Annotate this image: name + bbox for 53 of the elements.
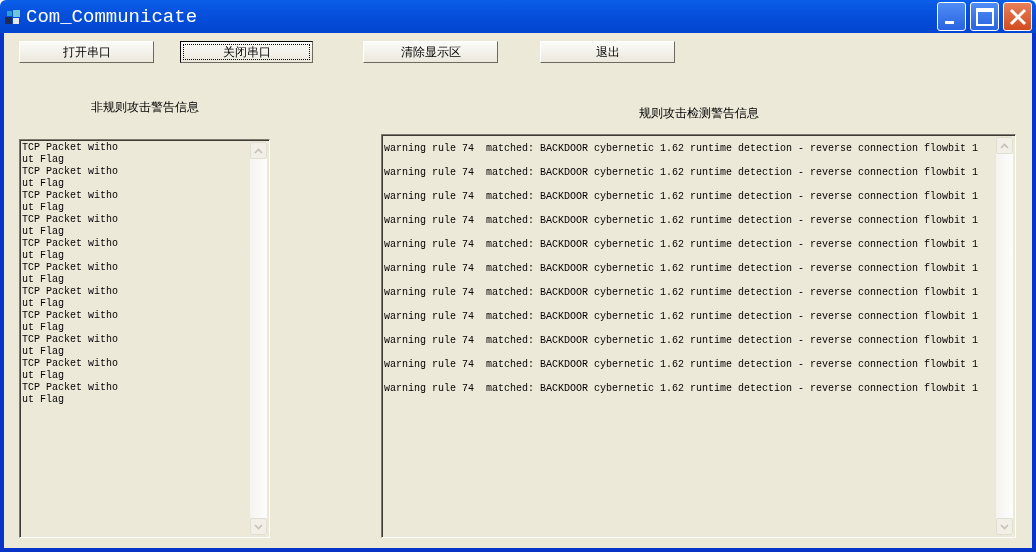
message-line: ut Flag — [22, 370, 65, 382]
message-line: warning rule 74 matched: BACKDOOR cybernetic 1.62 runtime detection - reverse connection flowbit 1 — [384, 358, 980, 372]
message-line: ut Flag — [22, 178, 65, 190]
message-line: ut Flag — [22, 202, 65, 214]
message-line: ut Flag — [22, 274, 65, 286]
message-line: TCP Packet witho — [22, 214, 119, 226]
message-line: TCP Packet witho — [22, 358, 119, 370]
message-line: warning rule 74 matched: BACKDOOR cybernetic 1.62 runtime detection - reverse connection flowbit 1 — [384, 190, 980, 204]
message-line: warning rule 74 matched: BACKDOOR cybernetic 1.62 runtime detection - reverse connection flowbit 1 — [384, 238, 980, 252]
message-line: TCP Packet witho — [22, 286, 119, 298]
app-icon — [4, 7, 22, 26]
message-line: TCP Packet witho — [22, 262, 119, 274]
message-line: ut Flag — [22, 226, 65, 238]
panel-title: 规则攻击检测警告信息 — [638, 105, 759, 122]
message-line: warning rule 74 matched: BACKDOOR cybernetic 1.62 runtime detection - reverse connection flowbit 1 — [384, 166, 980, 180]
message-line: TCP Packet witho — [22, 382, 119, 394]
command-button[interactable]: 打开串口 — [19, 41, 154, 63]
message-line: ut Flag — [22, 250, 65, 262]
command-button[interactable]: 关闭串口 — [180, 41, 313, 63]
message-line: ut Flag — [22, 154, 65, 166]
scroll-down-icon[interactable] — [250, 518, 267, 535]
message-line: warning rule 74 matched: BACKDOOR cybernetic 1.62 runtime detection - reverse connection flowbit 1 — [384, 286, 980, 300]
message-line: warning rule 74 matched: BACKDOOR cybernetic 1.62 runtime detection - reverse connection flowbit 1 — [384, 334, 980, 348]
message-line: TCP Packet witho — [22, 238, 119, 250]
minimize-icon — [945, 21, 954, 24]
message-line: ut Flag — [22, 322, 65, 334]
scrollbar[interactable] — [996, 137, 1013, 535]
message-line: warning rule 74 matched: BACKDOOR cybernetic 1.62 runtime detection - reverse connection flowbit 1 — [384, 382, 980, 396]
message-line: ut Flag — [22, 298, 65, 310]
message-line: warning rule 74 matched: BACKDOOR cybernetic 1.62 runtime detection - reverse connection flowbit 1 — [384, 310, 980, 324]
message-line: TCP Packet witho — [22, 166, 119, 178]
message-line: warning rule 74 matched: BACKDOOR cybernetic 1.62 runtime detection - reverse connection flowbit 1 — [384, 262, 980, 276]
message-line: TCP Packet witho — [22, 334, 119, 346]
close-icon — [1007, 6, 1028, 27]
minimize-button[interactable] — [937, 2, 966, 31]
message-line: TCP Packet witho — [22, 310, 119, 322]
message-line: TCP Packet witho — [22, 142, 119, 154]
command-button[interactable]: 退出 — [540, 41, 675, 63]
maximize-icon — [974, 6, 995, 27]
scroll-up-icon[interactable] — [996, 137, 1013, 154]
window-title: Com_Communicate — [26, 5, 199, 28]
message-line: warning rule 74 matched: BACKDOOR cybernetic 1.62 runtime detection - reverse connection flowbit 1 — [384, 142, 980, 156]
panel-title: 非规则攻击警告信息 — [90, 99, 199, 116]
close-button[interactable] — [1003, 2, 1032, 31]
message-line: warning rule 74 matched: BACKDOOR cybernetic 1.62 runtime detection - reverse connection flowbit 1 — [384, 214, 980, 228]
scrollbar[interactable] — [250, 142, 267, 535]
maximize-button[interactable] — [970, 2, 999, 31]
message-line: ut Flag — [22, 394, 65, 406]
command-button[interactable]: 清除显示区 — [363, 41, 498, 63]
scroll-up-icon[interactable] — [250, 142, 267, 159]
message-line: TCP Packet witho — [22, 190, 119, 202]
message-line: ut Flag — [22, 346, 65, 358]
scroll-down-icon[interactable] — [996, 518, 1013, 535]
